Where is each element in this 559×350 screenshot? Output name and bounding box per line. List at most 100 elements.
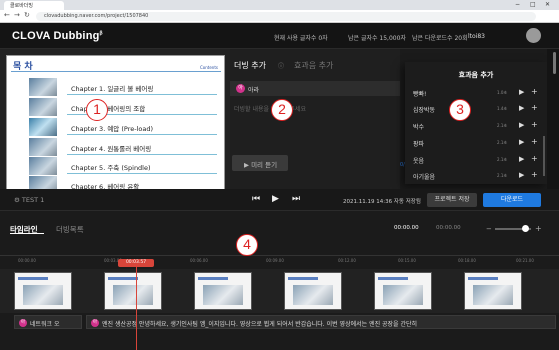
- thumb-image: [473, 285, 513, 305]
- add-icon[interactable]: +: [531, 87, 538, 96]
- ruler-label: 00:09.00: [266, 258, 284, 263]
- sfx-item: 팡파 2.1초 ▶ +: [413, 136, 543, 150]
- slide-thumbnail[interactable]: [284, 272, 342, 310]
- chapter-divider: [67, 154, 217, 155]
- add-icon[interactable]: +: [531, 137, 538, 146]
- slide-thumbnail[interactable]: [194, 272, 252, 310]
- play-icon[interactable]: ▶: [519, 171, 524, 179]
- play-icon[interactable]: ▶: [519, 121, 524, 129]
- add-icon[interactable]: +: [531, 103, 538, 112]
- add-icon[interactable]: +: [531, 154, 538, 163]
- play-icon[interactable]: ▶: [519, 104, 524, 112]
- slide-preview: 목 차 Contents Chapter 1. 일글리 볼 베어링 Chapte…: [6, 55, 225, 194]
- time-current: 00:00.00: [394, 225, 419, 231]
- tab-dubbing-list[interactable]: 더빙목록: [56, 224, 84, 235]
- tab-add-sfx[interactable]: 효과음 추가: [294, 60, 333, 71]
- ruler-label: 00:15.00: [398, 258, 416, 263]
- next-icon[interactable]: ⏭: [292, 194, 300, 204]
- chapter-item: Chapter 3. 예압 (Pre-load): [29, 118, 219, 138]
- playhead[interactable]: [136, 267, 137, 350]
- url-field[interactable]: clovadubbing.naver.com/project/1507840: [36, 12, 536, 21]
- slide-thumbnail[interactable]: [464, 272, 522, 310]
- thumb-image: [23, 285, 63, 305]
- sfx-duration: 1.0초: [497, 90, 508, 95]
- sfx-duration: 2.1초: [497, 123, 508, 128]
- slide-thumbnail[interactable]: [374, 272, 432, 310]
- clip-text: 엔진 생산공정 안녕하세요, 생기인사팀 엠_이지입니다. 영상으로 뵙게 되어…: [102, 321, 418, 328]
- zoom-handle[interactable]: [522, 225, 529, 232]
- address-bar: ← → ↻ clovadubbing.naver.com/project/150…: [0, 10, 559, 23]
- voice-avatar: 아: [236, 84, 245, 93]
- autosave-status: 2021.11.19 14:36 자동 저장됨: [343, 199, 421, 205]
- chapter-divider: [67, 134, 217, 135]
- thumb-header: [288, 277, 318, 280]
- clip-text: 네트워크 오: [30, 321, 60, 328]
- player-bar: ⚙ TEST 1 ⏮ ▶ ⏭ 2021.11.19 14:36 자동 저장됨 프…: [0, 189, 559, 211]
- chapter-item: Chapter 2. 베어링의 조합: [29, 98, 219, 118]
- sfx-scrollbar[interactable]: [543, 136, 545, 176]
- slide-thumbnail[interactable]: [104, 272, 162, 310]
- dubbing-track[interactable]: 아 네트워크 오 아 엔진 생산공정 안녕하세요, 생기인사팀 엠_이지입니다.…: [0, 315, 559, 331]
- sfx-name: 박수: [413, 124, 425, 131]
- sfx-title: 효과음 추가: [458, 71, 494, 79]
- chapter-image: [29, 138, 57, 156]
- logo[interactable]: CLOVA Dubbingβ: [12, 30, 103, 42]
- avatar[interactable]: [526, 28, 541, 43]
- project-icon: ⚙: [14, 196, 22, 204]
- slide-thumbnail[interactable]: [14, 272, 72, 310]
- zoom-in-icon[interactable]: +: [535, 224, 542, 233]
- save-project-button[interactable]: 프로젝트 저장: [427, 193, 477, 207]
- timeline-panel: 타임라인 더빙목록 00:00.00 00:00.00 − + 00:00.00…: [0, 211, 559, 350]
- remain-chars: 남은 글자수 15,000자: [348, 35, 406, 42]
- add-icon[interactable]: +: [531, 120, 538, 129]
- playhead-time[interactable]: 00:03.57: [118, 259, 154, 267]
- dubbing-clip[interactable]: 아 네트워크 오: [14, 315, 82, 329]
- voice-selector[interactable]: 아 아라: [230, 81, 400, 96]
- prev-icon[interactable]: ⏮: [252, 194, 260, 204]
- chapter-item: Chapter 4. 원통롤러 베어링: [29, 138, 219, 158]
- zoom-out-icon[interactable]: −: [486, 225, 492, 233]
- chapter-image: [29, 157, 57, 175]
- slide-tag: Contents: [200, 65, 218, 70]
- browser-tab[interactable]: 클로바더빙: [4, 1, 64, 10]
- tab-add-dubbing[interactable]: 더빙 추가: [234, 60, 266, 71]
- remain-downloads: 남은 다운로드수 20회: [412, 35, 468, 42]
- thumb-image: [383, 285, 423, 305]
- dubbing-text-input[interactable]: 더빙할 내용을 입력해 주세요: [234, 104, 306, 113]
- info-icon[interactable]: ⓘ: [278, 61, 284, 70]
- play-icon[interactable]: ▶: [519, 88, 524, 96]
- sfx-panel: 효과음 추가 빵빠! 1.0초 ▶ + 심장박동 1.4초 ▶ + 박수 2.1…: [405, 62, 547, 184]
- voice-name: 아라: [248, 87, 260, 94]
- add-icon[interactable]: +: [531, 170, 538, 179]
- maximize-icon[interactable]: □: [530, 1, 536, 8]
- time-ruler[interactable]: 00:00.00 00:03.00 00:06.00 00:09.00 00:1…: [0, 255, 559, 265]
- slide-track[interactable]: [0, 269, 559, 313]
- download-button[interactable]: 다운로드: [483, 193, 541, 207]
- annotation-marker: 4: [236, 234, 258, 256]
- play-icon[interactable]: ▶: [519, 138, 524, 146]
- dubbing-clip[interactable]: 아 엔진 생산공정 안녕하세요, 생기인사팀 엠_이지입니다. 영상으로 뵙게 …: [86, 315, 556, 329]
- forward-icon[interactable]: →: [14, 11, 20, 19]
- ruler-label: 00:12.00: [338, 258, 356, 263]
- play-icon[interactable]: ▶: [519, 155, 524, 163]
- thumb-image: [113, 285, 153, 305]
- sfx-item: 심장박동 1.4초 ▶ +: [413, 102, 543, 116]
- chapter-label: Chapter 3. 예압 (Pre-load): [71, 125, 153, 133]
- thumb-header: [378, 277, 408, 280]
- play-icon[interactable]: ▶: [272, 194, 279, 204]
- sfx-duration: 2.1초: [497, 157, 508, 162]
- minimize-icon[interactable]: −: [515, 1, 520, 8]
- chapter-image: [29, 78, 57, 96]
- preview-button[interactable]: ▶ 미리 듣기: [232, 155, 288, 171]
- sfx-item: 아기울음 2.1초 ▶ +: [413, 169, 543, 183]
- close-icon[interactable]: ✕: [545, 1, 550, 8]
- chapter-image: [29, 98, 57, 116]
- annotation-marker: 1: [86, 99, 108, 121]
- reload-icon[interactable]: ↻: [24, 11, 30, 19]
- back-icon[interactable]: ←: [4, 11, 10, 19]
- sfx-name: 아기울음: [413, 174, 436, 181]
- username[interactable]: ltoi83: [468, 33, 485, 40]
- sfx-item: 빵빠! 1.0초 ▶ +: [413, 86, 543, 100]
- project-name[interactable]: ⚙ TEST 1: [14, 196, 44, 204]
- page-scrollbar[interactable]: [553, 52, 556, 74]
